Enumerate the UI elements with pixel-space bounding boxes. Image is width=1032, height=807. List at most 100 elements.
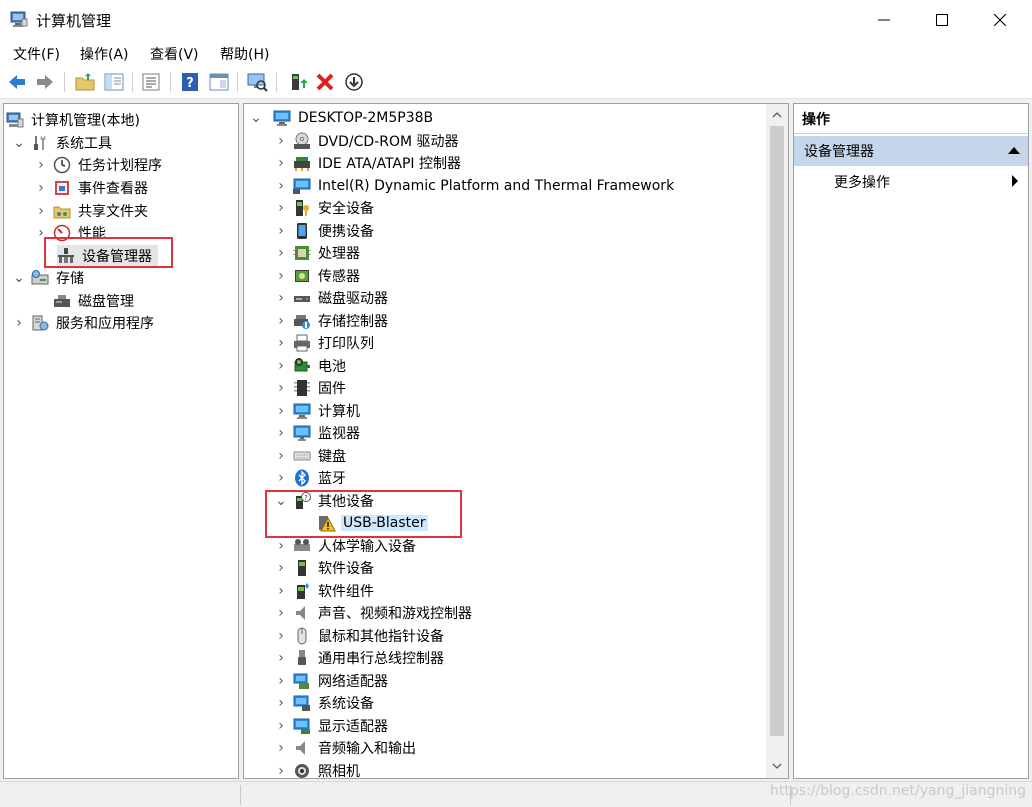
chevron-right-icon[interactable]: › [274,650,288,666]
chevron-right-icon[interactable]: › [274,538,288,554]
close-button[interactable] [971,0,1029,40]
device-category[interactable]: › 便携设备 [274,220,376,242]
tree-device-manager[interactable]: 设备管理器 [57,245,158,267]
device-category[interactable]: › 固件 [274,377,348,399]
device-category[interactable]: › IDE ATA/ATAPI 控制器 [274,152,463,174]
device-category[interactable]: › 照相机 [274,760,362,778]
chevron-right-icon[interactable]: › [34,157,48,173]
more-actions[interactable]: 更多操作 [834,172,890,192]
tree-storage[interactable]: ⌄ 存储 [12,267,86,289]
device-category-other[interactable]: ⌄? 其他设备 [274,490,376,512]
chevron-down-icon[interactable]: ⌄ [12,135,26,151]
chevron-right-icon[interactable]: › [274,605,288,621]
device-category[interactable]: › 电池 [274,355,348,377]
menu-action[interactable]: 操作(A) [80,44,129,64]
show-hide-tree-icon[interactable] [103,71,125,93]
up-folder-icon[interactable] [74,71,96,93]
chevron-down-icon[interactable]: ⌄ [12,270,26,286]
chevron-right-icon[interactable]: › [274,358,288,374]
device-category[interactable]: › Intel(R) Dynamic Platform and Thermal F… [274,175,676,197]
chevron-right-icon[interactable]: › [274,718,288,734]
chevron-right-icon[interactable]: › [274,628,288,644]
tree-event-viewer[interactable]: › 事件查看器 [34,177,150,199]
device-category[interactable]: › 处理器 [274,242,362,264]
menu-help[interactable]: 帮助(H) [220,44,269,64]
scroll-down-icon[interactable] [766,756,788,776]
chevron-right-icon[interactable]: › [274,290,288,306]
chevron-right-icon[interactable]: › [274,268,288,284]
properties-icon[interactable] [208,71,230,93]
chevron-right-icon[interactable]: › [274,583,288,599]
tree-shared-folders[interactable]: › 共享文件夹 [34,200,150,222]
chevron-right-icon[interactable]: › [34,180,48,196]
chevron-right-icon[interactable]: › [274,178,288,194]
chevron-right-icon[interactable]: › [34,225,48,241]
chevron-right-icon[interactable]: › [274,155,288,171]
device-category[interactable]: › DVD/CD-ROM 驱动器 [274,130,461,152]
device-category[interactable]: › 声音、视频和游戏控制器 [274,602,474,624]
device-category[interactable]: › 软件设备 [274,557,376,579]
maximize-button[interactable] [913,0,971,40]
chevron-right-icon[interactable]: › [274,470,288,486]
device-category[interactable]: › 网络适配器 [274,670,390,692]
device-category[interactable]: › 打印队列 [274,332,376,354]
device-category[interactable]: › 安全设备 [274,197,376,219]
tree-root[interactable]: 计算机管理(本地) [6,109,142,131]
chevron-right-icon[interactable]: › [274,245,288,261]
device-usb-blaster[interactable]: USB-Blaster [318,512,428,534]
tree-performance[interactable]: › 性能 [34,222,108,244]
device-category[interactable]: › 通用串行总线控制器 [274,647,446,669]
chevron-right-icon[interactable]: › [274,425,288,441]
device-category[interactable]: › 存储控制器 [274,310,390,332]
device-category[interactable]: › 音频输入和输出 [274,737,418,759]
device-tree-root[interactable]: ⌄ DESKTOP-2M5P38B [249,107,435,129]
device-category[interactable]: › 蓝牙 [274,467,348,489]
device-category[interactable]: › 磁盘驱动器 [274,287,390,309]
tree-services-apps[interactable]: › 服务和应用程序 [12,312,156,334]
collapse-up-icon[interactable] [1008,147,1020,154]
device-category[interactable]: › 计算机 [274,400,362,422]
scroll-up-icon[interactable] [766,105,788,125]
device-category[interactable]: › 监视器 [274,422,362,444]
chevron-right-icon[interactable]: › [274,380,288,396]
chevron-right-icon[interactable]: › [274,673,288,689]
chevron-right-icon[interactable]: › [274,740,288,756]
minimize-button[interactable] [855,0,913,40]
forward-arrow-icon[interactable] [34,71,56,93]
chevron-right-icon[interactable]: › [274,200,288,216]
chevron-right-icon[interactable]: › [274,695,288,711]
back-arrow-icon[interactable] [6,71,28,93]
chevron-right-icon[interactable]: › [274,313,288,329]
menu-view[interactable]: 查看(V) [150,44,199,64]
chevron-right-icon[interactable]: › [274,560,288,576]
tree-disk-management[interactable]: 磁盘管理 [53,290,136,312]
uninstall-icon[interactable] [314,71,336,93]
device-category[interactable]: › 键盘 [274,445,348,467]
chevron-right-icon[interactable]: › [274,763,288,778]
device-category[interactable]: › 鼠标和其他指针设备 [274,625,446,647]
chevron-right-icon[interactable]: › [12,315,26,331]
scan-hardware-icon[interactable] [246,71,268,93]
chevron-right-icon[interactable]: › [34,203,48,219]
device-category[interactable]: › 传感器 [274,265,362,287]
chevron-right-icon[interactable]: › [274,335,288,351]
device-category[interactable]: › 系统设备 [274,692,376,714]
actions-group-device-manager[interactable]: 设备管理器 [794,136,1028,166]
disable-device-icon[interactable] [343,71,365,93]
vertical-scrollbar[interactable] [766,104,788,778]
chevron-right-icon[interactable]: › [274,403,288,419]
tree-system-tools[interactable]: ⌄ 系统工具 [12,132,114,154]
device-category[interactable]: › 人体学输入设备 [274,535,418,557]
chevron-right-icon[interactable]: › [274,133,288,149]
tree-task-scheduler[interactable]: › 任务计划程序 [34,154,164,176]
scrollbar-thumb[interactable] [770,126,784,736]
device-category[interactable]: › 软件组件 [274,580,376,602]
help-icon[interactable]: ? [179,71,201,93]
export-list-icon[interactable] [140,71,162,93]
update-driver-icon[interactable] [286,71,308,93]
submenu-arrow-icon[interactable] [1012,175,1018,187]
menu-file[interactable]: 文件(F) [13,44,60,64]
chevron-down-icon[interactable]: ⌄ [274,493,288,509]
chevron-right-icon[interactable]: › [274,448,288,464]
chevron-down-icon[interactable]: ⌄ [249,110,263,126]
